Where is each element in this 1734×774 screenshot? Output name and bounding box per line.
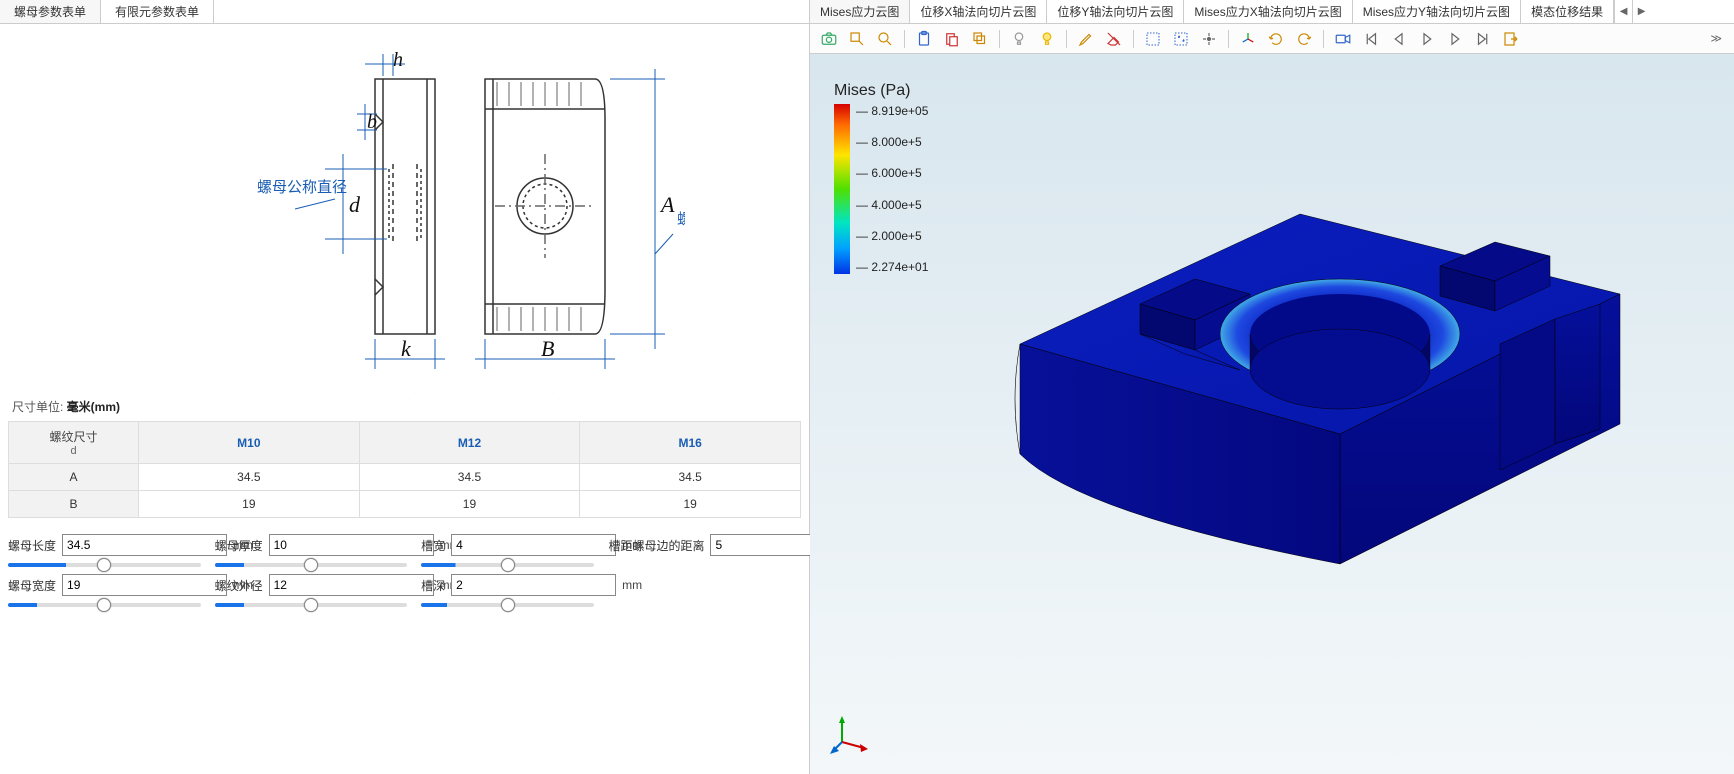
input-nut-length[interactable] xyxy=(62,534,227,556)
input-groove-width[interactable] xyxy=(451,534,616,556)
layers-icon[interactable] xyxy=(967,27,993,51)
rotate-cw-icon[interactable] xyxy=(1263,27,1289,51)
input-nut-width[interactable] xyxy=(62,574,227,596)
label-thread-outer-dia: 螺纹外径 xyxy=(215,577,263,594)
svg-text:螺母整体长度: 螺母整体长度 xyxy=(677,211,685,228)
left-tabs: 螺母参数表单 有限元参数表单 xyxy=(0,0,809,24)
tab-nut-params[interactable]: 螺母参数表单 xyxy=(0,0,101,23)
svg-text:A: A xyxy=(659,192,675,217)
tabs-scroll-left[interactable]: ◀ xyxy=(1614,0,1632,23)
table-row: A 34.5 34.5 34.5 xyxy=(9,464,801,491)
input-nut-thickness[interactable] xyxy=(269,534,434,556)
bulb-off-icon[interactable] xyxy=(1006,27,1032,51)
label-nut-length: 螺母长度 xyxy=(8,537,56,554)
rotate-ccw-icon[interactable] xyxy=(1291,27,1317,51)
select-icon[interactable] xyxy=(1140,27,1166,51)
toolbar-more[interactable]: ≫ xyxy=(1704,32,1728,45)
slider-groove-depth[interactable] xyxy=(421,603,594,607)
erase-icon[interactable] xyxy=(1101,27,1127,51)
table-row: B 19 19 19 xyxy=(9,491,801,518)
tab-mises-x-slice[interactable]: Mises应力X轴法向切片云图 xyxy=(1184,0,1352,23)
table-header-d: 螺纹尺寸 d xyxy=(9,422,139,464)
find-icon[interactable] xyxy=(872,27,898,51)
paste-icon[interactable] xyxy=(939,27,965,51)
slider-nut-width[interactable] xyxy=(8,603,201,607)
brush-icon[interactable] xyxy=(1073,27,1099,51)
label-nut-width: 螺母宽度 xyxy=(8,577,56,594)
label-nut-thickness: 螺母厚度 xyxy=(215,537,263,554)
input-thread-outer-dia[interactable] xyxy=(269,574,434,596)
fea-viewport[interactable]: Mises (Pa) 8.919e+05 8.000e+5 6.000e+5 4… xyxy=(810,54,1734,774)
slider-nut-length[interactable] xyxy=(8,563,201,567)
table-col-m10[interactable]: M10 xyxy=(139,422,360,464)
color-legend: Mises (Pa) 8.919e+05 8.000e+5 6.000e+5 4… xyxy=(834,82,928,274)
label-groove-depth: 槽深 xyxy=(421,577,445,594)
video-icon[interactable] xyxy=(1330,27,1356,51)
parameter-controls: 螺母长度 mm 螺母厚度 mm 槽宽 xyxy=(0,528,809,622)
play-icon[interactable] xyxy=(1414,27,1440,51)
tab-fea-params[interactable]: 有限元参数表单 xyxy=(101,0,214,23)
tab-disp-y-slice[interactable]: 位移Y轴法向切片云图 xyxy=(1047,0,1184,23)
step-fwd-icon[interactable] xyxy=(1442,27,1468,51)
select-dots-icon[interactable] xyxy=(1168,27,1194,51)
camera-icon[interactable] xyxy=(816,27,842,51)
tab-mises-stress[interactable]: Mises应力云图 xyxy=(810,0,910,23)
slider-thread-outer-dia[interactable] xyxy=(215,603,408,607)
viewport-toolbar: ≫ xyxy=(810,24,1734,54)
right-tabs: Mises应力云图 位移X轴法向切片云图 位移Y轴法向切片云图 Mises应力X… xyxy=(810,0,1734,24)
svg-text:b: b xyxy=(367,111,377,133)
schematic-diagram: h b d k B xyxy=(0,24,809,394)
svg-text:螺母公称直径: 螺母公称直径 xyxy=(257,179,347,196)
fea-model-render xyxy=(940,144,1700,604)
skip-end-icon[interactable] xyxy=(1470,27,1496,51)
legend-colorbar xyxy=(834,104,850,274)
export-icon[interactable] xyxy=(1498,27,1524,51)
svg-text:B: B xyxy=(541,336,554,361)
table-col-m16[interactable]: M16 xyxy=(580,422,801,464)
bulb-on-icon[interactable] xyxy=(1034,27,1060,51)
unit-label: 尺寸单位: 毫米(mm) xyxy=(0,394,809,419)
slider-groove-width[interactable] xyxy=(421,563,594,567)
svg-text:k: k xyxy=(401,336,412,361)
tab-modal-disp[interactable]: 模态位移结果 xyxy=(1521,0,1614,23)
point-icon[interactable] xyxy=(1196,27,1222,51)
clipboard-icon[interactable] xyxy=(911,27,937,51)
orientation-triad-icon xyxy=(830,714,870,754)
tab-mises-y-slice[interactable]: Mises应力Y轴法向切片云图 xyxy=(1353,0,1521,23)
input-groove-depth[interactable] xyxy=(451,574,616,596)
svg-text:h: h xyxy=(393,49,403,71)
slider-nut-thickness[interactable] xyxy=(215,563,408,567)
table-col-m12[interactable]: M12 xyxy=(359,422,580,464)
skip-start-icon[interactable] xyxy=(1358,27,1384,51)
label-groove-width: 槽宽 xyxy=(421,537,445,554)
axes-icon[interactable] xyxy=(1235,27,1261,51)
svg-text:d: d xyxy=(349,192,361,217)
zoom-box-icon[interactable] xyxy=(844,27,870,51)
tab-disp-x-slice[interactable]: 位移X轴法向切片云图 xyxy=(910,0,1047,23)
label-groove-edge-dist: 槽距螺母边的距离 xyxy=(608,537,704,554)
step-back-icon[interactable] xyxy=(1386,27,1412,51)
dimension-table: 螺纹尺寸 d M10 M12 M16 A 34.5 34.5 34.5 B xyxy=(8,421,801,518)
tabs-scroll-right[interactable]: ▶ xyxy=(1632,0,1650,23)
